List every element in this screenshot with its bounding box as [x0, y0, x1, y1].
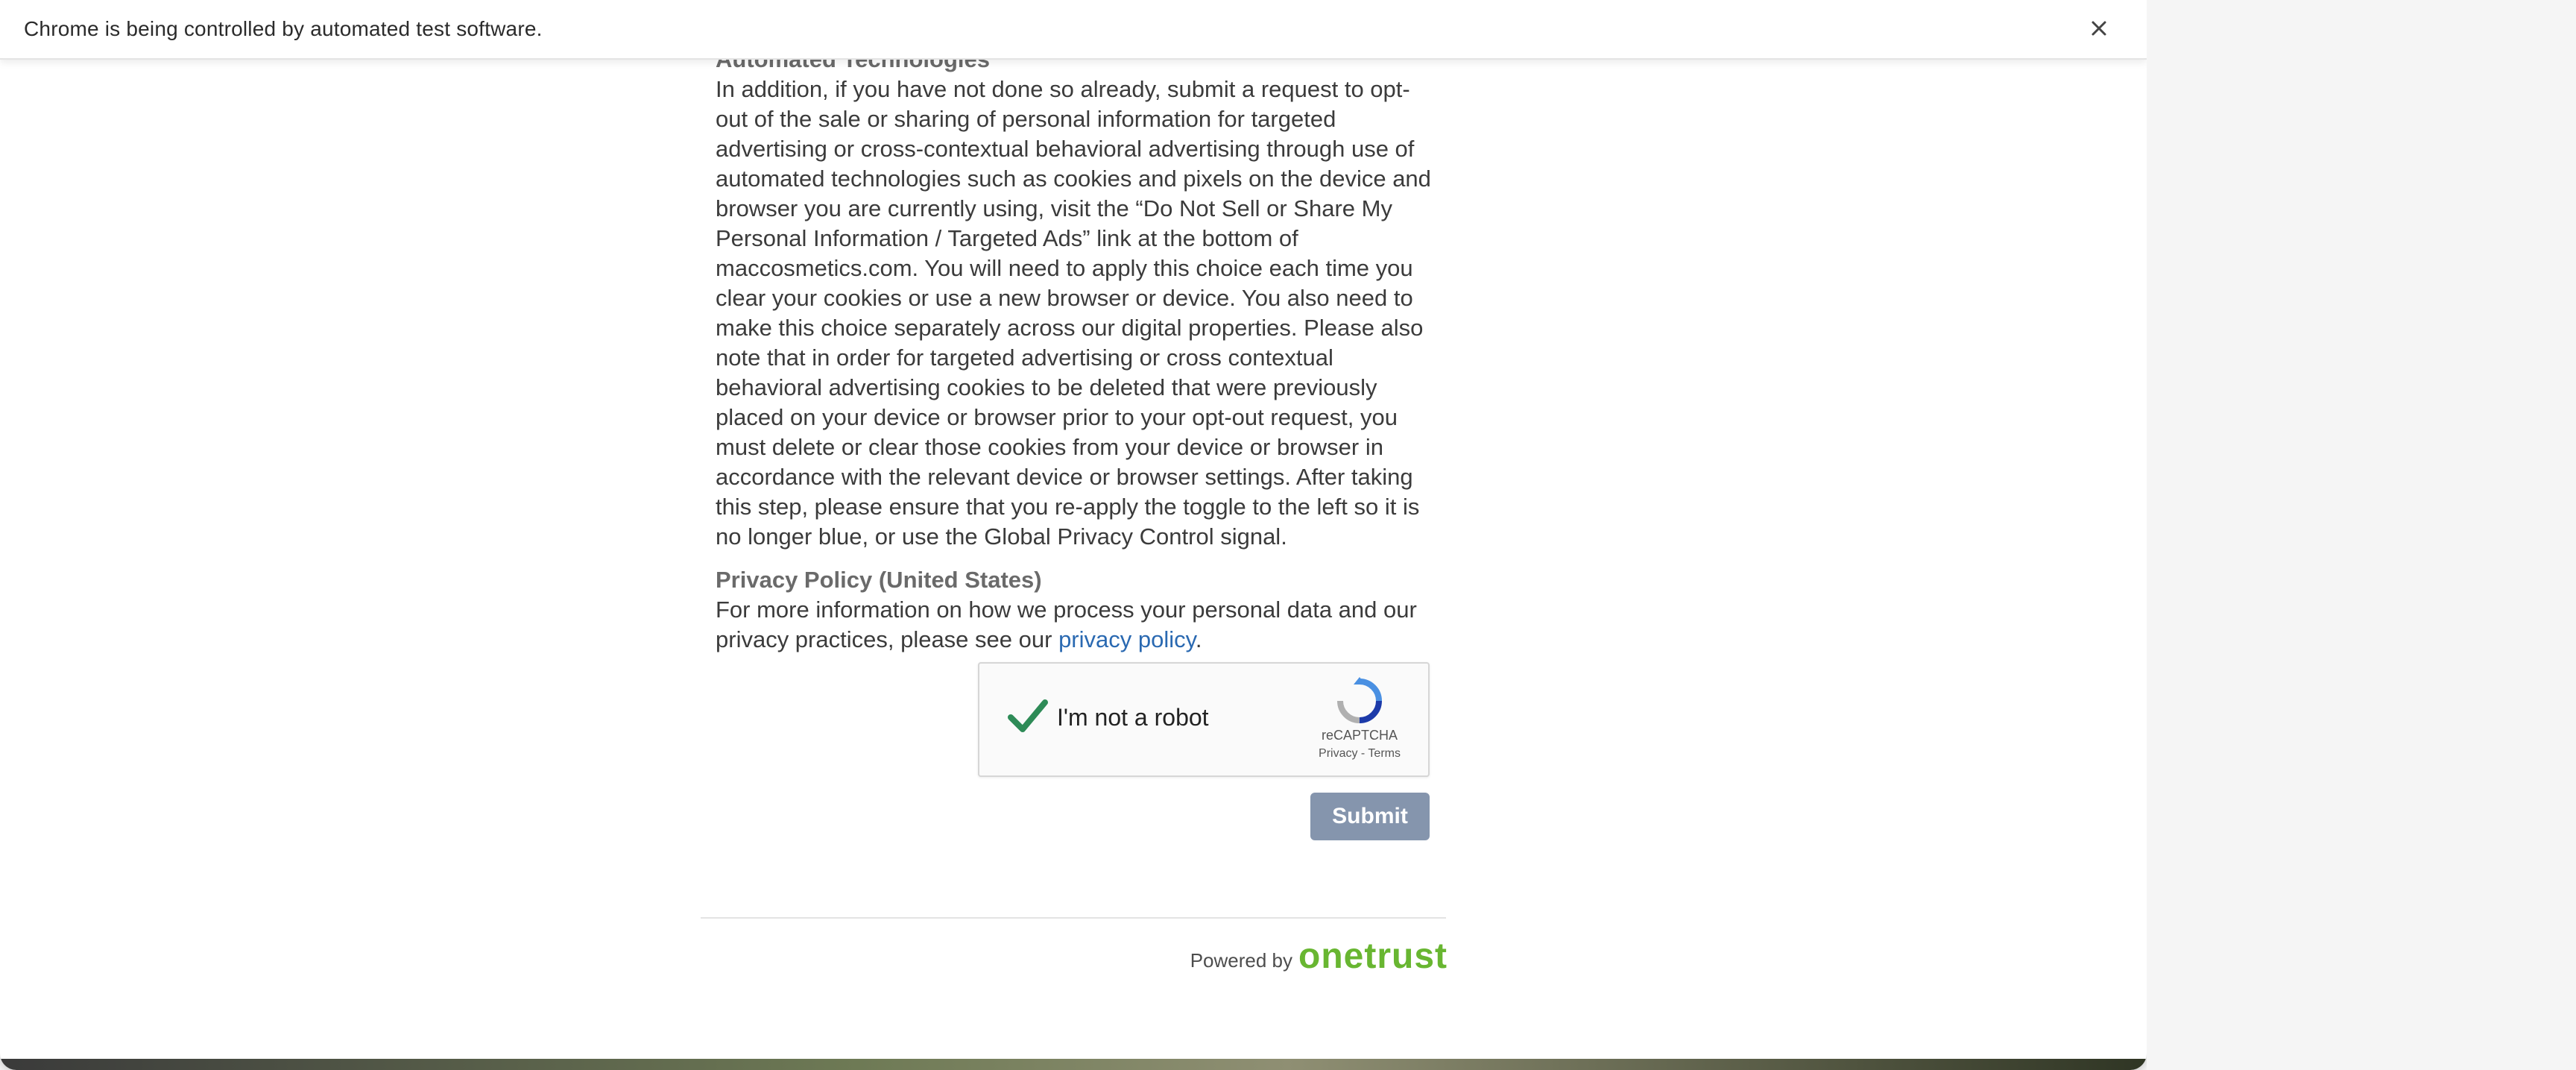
- close-icon: [2092, 21, 2106, 36]
- recaptcha-privacy-terms[interactable]: Privacy - Terms: [1307, 747, 1412, 761]
- infobar-text: Chrome is being controlled by automated …: [24, 17, 543, 40]
- recaptcha-checkbox[interactable]: [1005, 693, 1051, 740]
- desktop-background: [2147, 0, 2576, 1070]
- recaptcha-widget[interactable]: I'm not a robot reCAPTCHA Privacy - Term…: [978, 662, 1430, 777]
- powered-by-onetrust: Powered by onetrust: [1179, 931, 1448, 975]
- infobar-close-button[interactable]: [2081, 10, 2117, 46]
- browser-window: Chrome is being controlled by automated …: [0, 0, 2147, 1070]
- recaptcha-brand: reCAPTCHA Privacy - Terms: [1307, 677, 1412, 767]
- recaptcha-brand-name: reCAPTCHA: [1321, 728, 1398, 743]
- consent-content: Automated Technologies In addition, if y…: [716, 45, 1431, 655]
- automated-tech-paragraph: In addition, if you have not done so alr…: [716, 76, 1431, 550]
- privacy-policy-link[interactable]: privacy policy: [1058, 626, 1196, 652]
- privacy-text-post: .: [1195, 626, 1202, 652]
- automation-infobar: Chrome is being controlled by automated …: [0, 0, 2147, 60]
- privacy-policy-paragraph: For more information on how we process y…: [716, 595, 1431, 655]
- recaptcha-label: I'm not a robot: [1057, 704, 1209, 731]
- checkmark-icon: [1008, 699, 1048, 732]
- powered-by-text: Powered by: [1190, 949, 1292, 972]
- footer-divider: [701, 917, 1446, 919]
- underlying-page-strip: [0, 1059, 2147, 1070]
- recaptcha-logo-icon: [1337, 677, 1382, 723]
- privacy-policy-title: Privacy Policy (United States): [716, 567, 1042, 593]
- onetrust-logo: onetrust: [1298, 937, 1448, 976]
- viewport: Chrome is being controlled by automated …: [0, 0, 2576, 1070]
- submit-button[interactable]: Submit: [1310, 793, 1430, 840]
